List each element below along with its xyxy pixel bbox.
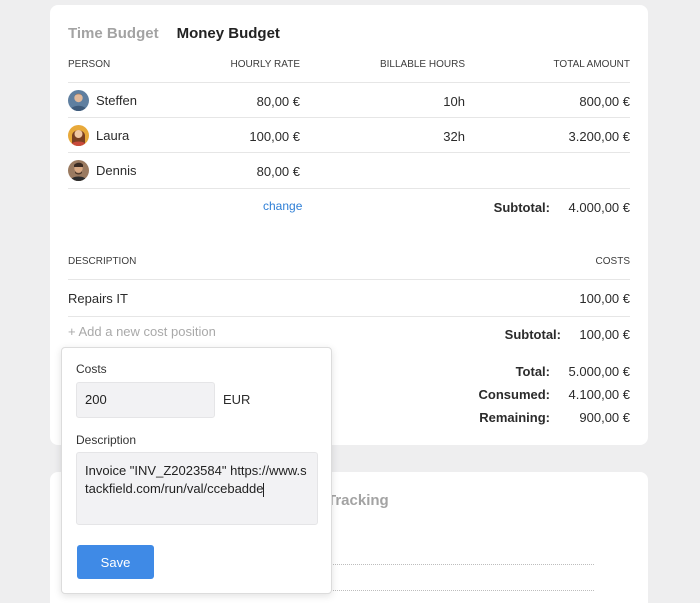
header-costs: COSTS — [595, 256, 630, 267]
costs-label: Costs — [76, 362, 107, 376]
person-name: Dennis — [96, 163, 137, 178]
dotted-divider — [330, 590, 594, 591]
cost-position-popup: Costs 200 EUR Description Invoice "INV_Z… — [61, 347, 332, 594]
table-row: Laura 100,00 € 32h 3.200,00 € — [68, 118, 630, 153]
add-cost-position-link[interactable]: + Add a new cost position — [68, 324, 216, 339]
billable-hours: 10h — [443, 94, 465, 109]
people-subtotal-value: 4.000,00 € — [568, 200, 630, 215]
hourly-rate: 80,00 € — [256, 94, 300, 109]
total-value: 5.000,00 € — [568, 364, 630, 379]
costs-subtotal-value: 100,00 € — [579, 327, 630, 342]
consumed-value: 4.100,00 € — [568, 387, 630, 402]
total-amount: 3.200,00 € — [568, 129, 630, 144]
total-label: Total: — [515, 364, 550, 379]
description-label: Description — [76, 433, 137, 447]
hourly-rate: 80,00 € — [256, 164, 300, 179]
tracking-title[interactable]: Tracking — [327, 492, 389, 509]
avatar — [68, 160, 89, 181]
description-text: Invoice "INV_Z2023584" https://www.stack… — [85, 463, 307, 496]
consumed-label: Consumed: — [478, 387, 551, 402]
header-person: PERSON — [68, 59, 111, 70]
billable-hours: 32h — [443, 129, 465, 144]
remaining-value: 900,00 € — [579, 410, 630, 425]
person-name: Laura — [96, 128, 130, 143]
budget-tabs: Time Budget Money Budget — [68, 25, 280, 42]
remaining-label: Remaining: — [479, 410, 550, 425]
header-description: DESCRIPTION — [68, 256, 137, 267]
divider — [68, 279, 630, 280]
header-billable-hours: BILLABLE HOURS — [379, 59, 465, 70]
costs-subtotal-label: Subtotal: — [504, 327, 561, 342]
hourly-rate: 100,00 € — [249, 129, 300, 144]
text-cursor — [263, 482, 265, 497]
tab-time-budget[interactable]: Time Budget — [68, 25, 159, 42]
table-row: Steffen 80,00 € 10h 800,00 € — [68, 83, 630, 118]
cost-description: Repairs IT — [68, 291, 128, 306]
description-textarea[interactable]: Invoice "INV_Z2023584" https://www.stack… — [76, 452, 318, 525]
table-row: Dennis 80,00 € — [68, 153, 630, 188]
change-rate-link[interactable]: change — [263, 199, 302, 213]
total-amount: 800,00 € — [579, 94, 630, 109]
save-button[interactable]: Save — [77, 545, 154, 579]
currency-label: EUR — [223, 392, 251, 407]
people-subtotal-label: Subtotal: — [493, 200, 550, 215]
costs-input[interactable]: 200 — [76, 382, 215, 418]
divider — [68, 316, 630, 317]
avatar — [68, 125, 89, 146]
divider — [68, 188, 630, 189]
person-name: Steffen — [96, 93, 137, 108]
avatar — [68, 90, 89, 111]
header-hourly-rate: HOURLY RATE — [230, 59, 300, 70]
dotted-divider — [330, 564, 594, 565]
header-total-amount: TOTAL AMOUNT — [553, 59, 631, 70]
cost-value: 100,00 € — [579, 291, 630, 306]
tab-money-budget[interactable]: Money Budget — [177, 25, 280, 42]
